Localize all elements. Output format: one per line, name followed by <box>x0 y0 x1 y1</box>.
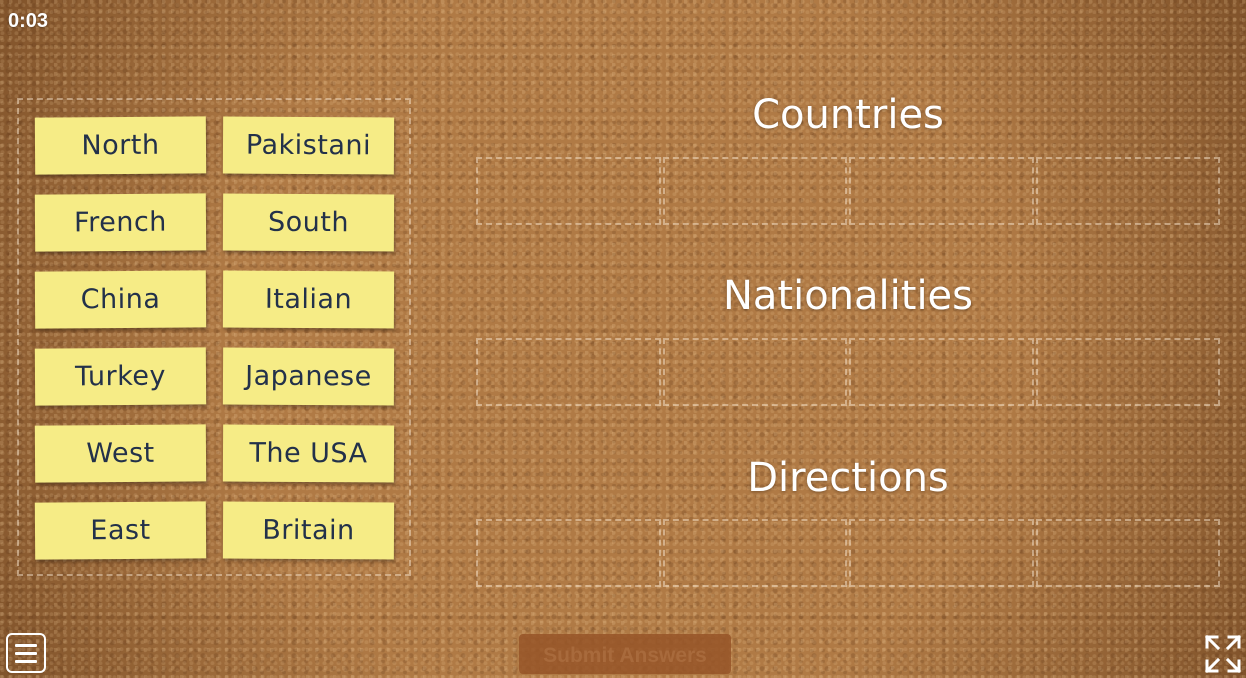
group-drop-zone-nationalities <box>476 338 1220 406</box>
sticky-note-list: North Pakistani French South China Itali… <box>34 116 395 560</box>
group-title-nationalities: Nationalities <box>722 273 974 319</box>
group-title-countries: Countries <box>752 92 944 138</box>
menu-bar <box>15 651 37 655</box>
sticky-note[interactable]: South <box>222 193 395 252</box>
drop-slot[interactable] <box>849 338 1034 406</box>
sticky-note[interactable]: West <box>34 424 207 483</box>
group-drop-zone-directions <box>476 519 1220 587</box>
drop-slot[interactable] <box>849 519 1034 587</box>
submit-answers-button[interactable]: Submit Answers <box>519 634 731 674</box>
sticky-note[interactable]: Britain <box>222 501 395 560</box>
drop-slot[interactable] <box>476 157 661 225</box>
drop-slot[interactable] <box>662 519 847 587</box>
fullscreen-icon-graphic <box>1204 634 1242 674</box>
sticky-note[interactable]: The USA <box>222 424 395 483</box>
drop-slot[interactable] <box>662 338 847 406</box>
drop-slot[interactable] <box>1035 338 1220 406</box>
timer: 0:03 <box>8 10 49 32</box>
sticky-note[interactable]: Turkey <box>34 347 207 406</box>
group-drop-zone-countries <box>476 157 1220 225</box>
sticky-note[interactable]: North <box>34 116 207 175</box>
sticky-note[interactable]: Japanese <box>222 347 395 406</box>
menu-bar <box>15 643 37 647</box>
hamburger-menu-icon[interactable] <box>6 633 46 673</box>
sticky-note[interactable]: Pakistani <box>222 116 395 175</box>
sticky-note[interactable]: East <box>34 501 207 560</box>
sticky-note[interactable]: Italian <box>222 270 395 329</box>
drop-slot[interactable] <box>1035 157 1220 225</box>
drop-slot[interactable] <box>476 338 661 406</box>
sticky-note[interactable]: China <box>34 270 207 329</box>
group-title-directions: Directions <box>747 455 949 501</box>
drop-slot[interactable] <box>1035 519 1220 587</box>
menu-bar <box>15 659 37 663</box>
sticky-note[interactable]: French <box>34 193 207 252</box>
drop-slot[interactable] <box>662 157 847 225</box>
drop-slot[interactable] <box>849 157 1034 225</box>
fullscreen-icon[interactable] <box>1204 634 1242 674</box>
drop-slot[interactable] <box>476 519 661 587</box>
